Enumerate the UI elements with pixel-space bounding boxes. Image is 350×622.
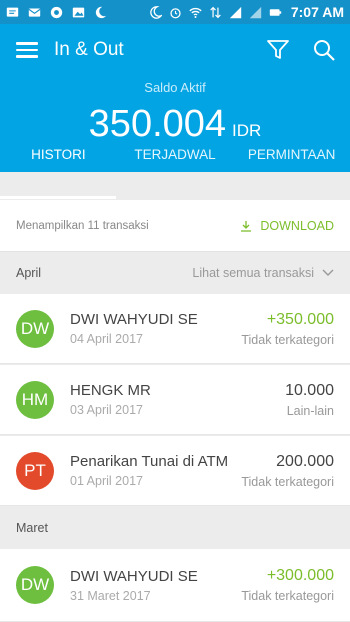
menu-icon[interactable] bbox=[16, 42, 38, 58]
message-icon bbox=[6, 7, 19, 17]
transaction-name: HENGK MR bbox=[70, 382, 151, 399]
download-button[interactable]: DOWNLOAD bbox=[240, 219, 334, 233]
section-header-april: April Lihat semua transaksi bbox=[0, 252, 350, 294]
app-icon bbox=[50, 6, 63, 18]
status-time: 7:07 AM bbox=[290, 4, 344, 20]
section-header-maret: Maret bbox=[0, 507, 350, 549]
filter-icon[interactable] bbox=[266, 38, 290, 62]
transaction-category: Tidak terkategori bbox=[241, 474, 334, 489]
wifi-icon bbox=[189, 7, 202, 18]
balance-currency: IDR bbox=[232, 121, 262, 140]
download-icon bbox=[241, 220, 252, 232]
transaction-amount: 200.000 bbox=[276, 452, 334, 470]
avatar: HM bbox=[16, 380, 54, 419]
toolbar: In & Out bbox=[0, 24, 350, 76]
transaction-category: Tidak terkategori bbox=[241, 589, 334, 603]
chevron-down-icon bbox=[322, 269, 334, 276]
section-title: April bbox=[16, 266, 42, 280]
data-arrows-icon bbox=[210, 6, 221, 18]
transaction-category: Tidak terkategori bbox=[241, 332, 334, 347]
transaction-summary: Menampilkan 11 transaksi DOWNLOAD bbox=[0, 200, 350, 252]
tab-terjadwal[interactable]: TERJADWAL bbox=[117, 145, 234, 171]
avatar: DW bbox=[16, 566, 54, 604]
balance-row: 350.004 IDR bbox=[0, 103, 350, 146]
transaction-date: 04 April 2017 bbox=[70, 332, 143, 346]
search-icon[interactable] bbox=[312, 38, 336, 62]
tab-histori[interactable]: HISTORI bbox=[0, 145, 117, 171]
signal-icon bbox=[229, 6, 242, 18]
mail-icon bbox=[28, 7, 41, 17]
moon-icon bbox=[95, 6, 107, 18]
transaction-amount: +300.000 bbox=[266, 567, 334, 584]
transaction-category: Lain-lain bbox=[286, 403, 334, 418]
view-all-label: Lihat semua transaksi bbox=[192, 266, 314, 280]
transaction-row[interactable]: HM HENGK MR 03 April 2017 10.000 Lain-la… bbox=[0, 365, 350, 435]
avatar: PT bbox=[16, 451, 54, 490]
view-all-transactions-link[interactable]: Lihat semua transaksi bbox=[192, 266, 334, 280]
moon-icon bbox=[150, 5, 162, 19]
transaction-count: Menampilkan 11 transaksi bbox=[16, 219, 149, 232]
transaction-amount: 10.000 bbox=[285, 381, 334, 399]
section-title: Maret bbox=[16, 521, 48, 535]
battery-icon bbox=[269, 8, 282, 16]
transaction-date: 01 April 2017 bbox=[70, 474, 143, 488]
download-label: DOWNLOAD bbox=[260, 218, 334, 233]
status-bar: 7:07 AM bbox=[0, 0, 350, 24]
image-icon bbox=[72, 7, 85, 17]
tab-permintaan[interactable]: PERMINTAAN bbox=[233, 145, 350, 171]
alarm-icon bbox=[170, 7, 181, 18]
avatar: DW bbox=[16, 309, 54, 348]
transaction-date: 03 April 2017 bbox=[70, 403, 143, 417]
transaction-name: DWI WAHYUDI SE bbox=[70, 567, 198, 585]
transaction-row[interactable]: PT Penarikan Tunai di ATM 01 April 2017 … bbox=[0, 436, 350, 506]
tab-bar: HISTORI TERJADWAL PERMINTAAN bbox=[0, 145, 350, 171]
transaction-date: 31 Maret 2017 bbox=[70, 588, 151, 603]
transaction-name: DWI WAHYUDI SE bbox=[70, 311, 198, 328]
signal-icon bbox=[249, 6, 262, 18]
tab-indicator bbox=[0, 196, 116, 199]
balance-label: Saldo Aktif bbox=[144, 80, 206, 95]
transaction-amount: +350.000 bbox=[266, 310, 334, 328]
transaction-name: Penarikan Tunai di ATM bbox=[70, 453, 229, 470]
page-title: In & Out bbox=[54, 39, 124, 60]
transaction-row[interactable]: DW DWI WAHYUDI SE 31 Maret 2017 +300.000… bbox=[0, 549, 350, 622]
balance-value: 350.004 bbox=[88, 103, 227, 145]
transaction-row[interactable]: DW DWI WAHYUDI SE 04 April 2017 +350.000… bbox=[0, 294, 350, 364]
